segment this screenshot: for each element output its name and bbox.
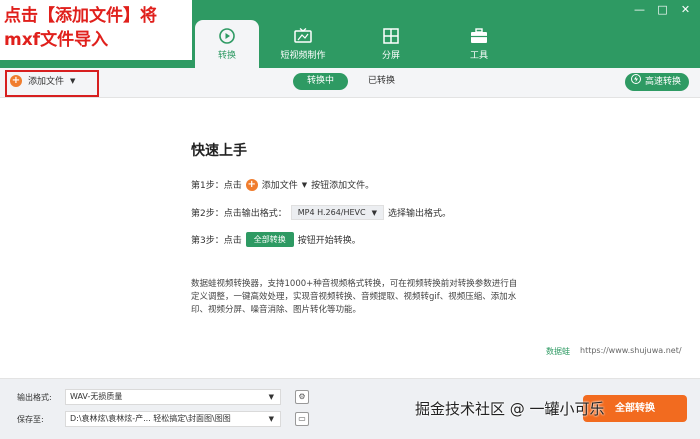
step-2-prefix: 第2步：点击输出格式： (191, 209, 287, 219)
page-title: 快速上手 (191, 143, 247, 159)
step-1-button[interactable]: 添加文件 (262, 178, 298, 191)
format-select[interactable]: MP4 H.264/HEVC ▼ (290, 205, 384, 220)
save-path-select[interactable]: D:\袁林炫\袁林炫-产... 轻松搞定\封面图\图图 ▼ (65, 411, 281, 427)
folder-icon[interactable]: ▭ (295, 412, 309, 426)
site-footer: 数据蛙 https://www.shujuwa.net/ (546, 346, 682, 357)
tab-converted[interactable]: 已转换 (354, 73, 409, 90)
plus-icon: + (245, 178, 258, 191)
tab-short-video[interactable]: 短视频制作 (259, 20, 347, 68)
high-speed-button[interactable]: 高速转换 (624, 73, 689, 91)
step-3: 第3步：点击 全部转换 按钮开始转换。 (191, 232, 361, 247)
tv-icon (294, 27, 312, 44)
high-speed-label: 高速转换 (644, 77, 681, 87)
tab-split-screen[interactable]: 分屏 (347, 20, 435, 68)
tutorial-annotation: 点击【添加文件】将 mxf文件导入 (0, 0, 192, 60)
tab-label: 短视频制作 (280, 50, 326, 61)
chevron-down-icon: ▼ (301, 180, 308, 189)
chevron-down-icon: ▼ (268, 393, 274, 401)
output-format-select[interactable]: WAV-无损质量 ▼ (65, 389, 281, 405)
tab-converting[interactable]: 转换中 (293, 73, 349, 90)
output-format-value: WAV-无损质量 (70, 392, 123, 401)
settings-icon[interactable]: ⚙ (295, 390, 309, 404)
chevron-down-icon[interactable]: ▼ (70, 77, 75, 85)
tab-label: 转换 (217, 50, 236, 61)
convert-all-chip[interactable]: 全部转换 (245, 232, 294, 247)
save-path-value: D:\袁林炫\袁林炫-产... 轻松搞定\封面图\图图 (70, 414, 231, 423)
minimize-button[interactable]: — (633, 3, 646, 16)
product-description: 数据蛙视频转换器，支持1000+种音视频格式转换，可在视频转换前对转换参数进行自… (191, 279, 518, 315)
tab-label: 工具 (469, 50, 488, 61)
step-1-suffix: 按钮添加文件。 (311, 181, 375, 191)
step-3-suffix: 按钮开始转换。 (297, 236, 361, 246)
window-controls: — □ ✕ (633, 3, 692, 16)
main-nav: 转换 短视频制作 分屏 工具 (195, 20, 523, 68)
output-format-row: 输出格式: WAV-无损质量 ▼ ⚙ (17, 389, 309, 405)
step-2: 第2步：点击输出格式： MP4 H.264/HEVC ▼ 选择输出格式。 (191, 205, 451, 220)
step-2-suffix: 选择输出格式。 (388, 209, 452, 219)
site-url[interactable]: https://www.shujuwa.net/ (580, 346, 682, 357)
format-chip-label: MP4 H.264/HEVC (297, 208, 366, 217)
tab-tools[interactable]: 工具 (435, 20, 523, 68)
close-button[interactable]: ✕ (679, 3, 692, 16)
output-format-label: 输出格式: (17, 392, 52, 402)
maximize-button[interactable]: □ (656, 3, 669, 16)
toolbar: + 添加文件 ▼ 转换中 已转换 高速转换 (0, 68, 700, 98)
convert-icon (218, 27, 236, 44)
annotation-text: 点击【添加文件】将 mxf文件导入 (4, 6, 157, 50)
step-1: 第1步：点击 + 添加文件 ▼ 按钮添加文件。 (191, 178, 374, 191)
step-1-prefix: 第1步：点击 (191, 181, 242, 191)
add-file-button[interactable]: + 添加文件 ▼ (10, 74, 75, 87)
step-3-prefix: 第3步：点击 (191, 236, 242, 246)
chevron-down-icon: ▼ (268, 415, 274, 423)
plus-icon: + (10, 74, 22, 87)
quick-start-panel: 快速上手 第1步：点击 + 添加文件 ▼ 按钮添加文件。 第2步：点击输出格式：… (0, 98, 700, 378)
status-segment: 转换中 已转换 (293, 73, 409, 90)
save-path-label: 保存至: (17, 414, 44, 424)
watermark: 掘金技术社区 @ 一罐小可乐 (415, 400, 605, 418)
toolbox-icon (470, 27, 488, 44)
brand-name: 数据蛙 (546, 347, 570, 356)
save-path-row: 保存至: D:\袁林炫\袁林炫-产... 轻松搞定\封面图\图图 ▼ ▭ (17, 411, 309, 427)
tab-label: 分屏 (381, 50, 400, 61)
tab-convert[interactable]: 转换 (195, 20, 259, 68)
split-screen-icon (382, 27, 400, 44)
lightning-icon (630, 73, 641, 91)
add-file-label: 添加文件 (28, 77, 65, 87)
chevron-down-icon: ▼ (371, 208, 377, 217)
